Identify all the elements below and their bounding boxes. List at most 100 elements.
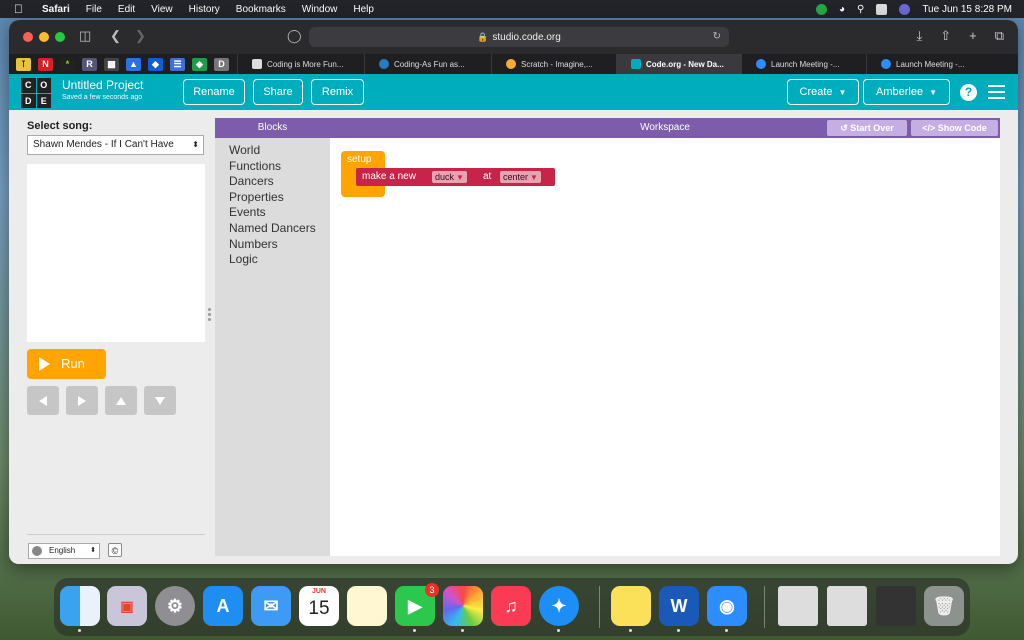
tab-coding-more-fun[interactable]: Coding is More Fun... [237, 54, 364, 74]
tab-bar: ⊺ N * R ▩ ▲ ◆ ☰ ◆ D Coding is More Fun..… [9, 54, 1018, 74]
system-preferences-icon[interactable]: ⚙ [155, 586, 195, 626]
apple-menu-icon[interactable]:  [14, 2, 28, 16]
start-over-button[interactable]: ↺ Start Over [827, 120, 907, 136]
codeorg-logo[interactable]: C O D E [21, 78, 51, 108]
help-icon[interactable]: ? [960, 84, 977, 101]
notes-icon[interactable] [347, 586, 387, 626]
mail-icon[interactable]: ✉ [251, 586, 291, 626]
control-center-icon[interactable] [876, 3, 888, 15]
share-icon[interactable]: ⇧ [940, 28, 951, 44]
calendar-icon[interactable]: JUN 15 [299, 586, 339, 626]
show-code-button[interactable]: </> Show Code [911, 120, 998, 136]
minimized-window-thumbnail[interactable] [827, 586, 867, 626]
launchpad-icon[interactable]: ▣ [107, 586, 147, 626]
language-select[interactable]: English ⬍ [28, 543, 100, 559]
pinned-tab-icon[interactable]: * [60, 57, 75, 71]
tab-launch-meeting-1[interactable]: Launch Meeting -... [741, 54, 866, 74]
minimize-window-button[interactable] [39, 32, 49, 42]
trash-icon[interactable]: 🗑 [924, 586, 964, 626]
netflix-tab-icon[interactable]: N [38, 57, 53, 71]
tab-coding-as-fun[interactable]: Coding-As Fun as... [364, 54, 491, 74]
down-arrow-button[interactable] [144, 386, 176, 415]
spotlight-search-icon[interactable]: ⚲ [857, 4, 864, 15]
menu-edit[interactable]: Edit [118, 4, 135, 15]
app-store-icon[interactable]: A [203, 586, 243, 626]
right-arrow-button[interactable] [66, 386, 98, 415]
address-bar[interactable]: 🔒 studio.code.org ↻ [309, 27, 729, 47]
minimized-window-thumbnail[interactable] [778, 586, 818, 626]
rename-button[interactable]: Rename [183, 79, 245, 105]
tab-launch-meeting-2[interactable]: Launch Meeting -... [866, 54, 984, 74]
forward-arrow-icon[interactable]: ❯ [135, 28, 146, 44]
panel-resize-handle[interactable] [208, 308, 211, 323]
menu-help[interactable]: Help [353, 4, 374, 15]
back-arrow-icon[interactable]: ❮ [110, 28, 121, 44]
menu-window[interactable]: Window [302, 4, 338, 15]
tab-codeorg-active[interactable]: Code.org - New Da... [616, 54, 741, 74]
tab-scratch[interactable]: Scratch - Imagine,... [491, 54, 616, 74]
left-arrow-button[interactable] [27, 386, 59, 415]
dropdown-triangle-icon: ▼ [456, 173, 464, 182]
category-events[interactable]: Events [215, 205, 330, 221]
zoom-window-button[interactable] [55, 32, 65, 42]
category-world[interactable]: World [215, 143, 330, 159]
minimized-window-thumbnail[interactable] [876, 586, 916, 626]
category-functions[interactable]: Functions [215, 159, 330, 175]
siri-icon[interactable] [899, 3, 911, 15]
sidebar-toggle-icon[interactable]: ◫ [79, 28, 91, 44]
pinned-tab-icon[interactable]: D [214, 57, 229, 71]
category-numbers[interactable]: Numbers [215, 237, 330, 253]
drive-tab-icon[interactable]: ▲ [126, 57, 141, 71]
reload-icon[interactable]: ↻ [713, 27, 721, 47]
make-new-dancer-block[interactable]: make a new duck ▼ at center ▼ [356, 168, 555, 186]
word-icon[interactable]: W [659, 586, 699, 626]
category-dancers[interactable]: Dancers [215, 174, 330, 190]
menubar-clock[interactable]: Tue Jun 15 8:28 PM [922, 4, 1012, 15]
position-dropdown[interactable]: center ▼ [500, 171, 541, 183]
tab-label: Coding-As Fun as... [394, 59, 465, 69]
downloads-icon[interactable]: ⤓ [916, 28, 922, 44]
tab-overview-icon[interactable]: ⧉ [995, 28, 1004, 44]
song-select[interactable]: Shawn Mendes - If I Can't Have ⬍ [27, 135, 204, 155]
stickies-icon[interactable] [611, 586, 651, 626]
blockly-workspace[interactable]: Workspace ↺ Start Over </> Show Code set… [330, 118, 1000, 556]
zoom-app-icon[interactable]: ◉ [707, 586, 747, 626]
menu-app-name[interactable]: Safari [42, 4, 70, 15]
project-title[interactable]: Untitled Project [62, 78, 143, 92]
code-brackets-icon: </> [922, 123, 938, 133]
close-window-button[interactable] [23, 32, 33, 42]
run-button[interactable]: Run [27, 349, 106, 379]
pinned-tab-icon[interactable]: ◆ [192, 57, 207, 71]
safari-icon[interactable]: ✦ [539, 586, 579, 626]
category-named-dancers[interactable]: Named Dancers [215, 221, 330, 237]
pinned-tab-icon[interactable]: ▩ [104, 57, 119, 71]
menu-history[interactable]: History [189, 4, 220, 15]
hamburger-menu-icon[interactable] [988, 85, 1005, 103]
new-tab-icon[interactable]: + [969, 28, 977, 44]
finder-icon[interactable] [60, 586, 100, 626]
share-button[interactable]: Share [253, 79, 303, 105]
copyright-button[interactable]: © [108, 543, 122, 557]
pinned-tab-icon[interactable]: ◆ [148, 57, 163, 71]
menu-file[interactable]: File [86, 4, 102, 15]
menu-bookmarks[interactable]: Bookmarks [236, 4, 286, 15]
privacy-shield-icon[interactable]: ◯ [287, 28, 302, 44]
wifi-icon[interactable]: ◕ [839, 4, 845, 15]
facetime-notification-badge: 3 [425, 583, 439, 597]
category-properties[interactable]: Properties [215, 190, 330, 206]
category-logic[interactable]: Logic [215, 252, 330, 268]
dancer-dropdown[interactable]: duck ▼ [432, 171, 467, 183]
tab-label: Code.org - New Da... [646, 59, 724, 69]
photos-icon[interactable] [443, 586, 483, 626]
remix-button[interactable]: Remix [311, 79, 364, 105]
create-dropdown[interactable]: Create ▼ [787, 79, 859, 105]
pinned-tab-icon[interactable]: ⊺ [16, 57, 31, 71]
docs-tab-icon[interactable]: ☰ [170, 57, 185, 71]
user-menu[interactable]: Amberlee ▼ [863, 79, 950, 105]
status-app-icon[interactable] [815, 3, 827, 15]
up-arrow-button[interactable] [105, 386, 137, 415]
pinned-tab-icon[interactable]: R [82, 57, 97, 71]
arrow-down-icon [155, 396, 165, 405]
menu-view[interactable]: View [151, 4, 173, 15]
music-icon[interactable]: ♫ [491, 586, 531, 626]
